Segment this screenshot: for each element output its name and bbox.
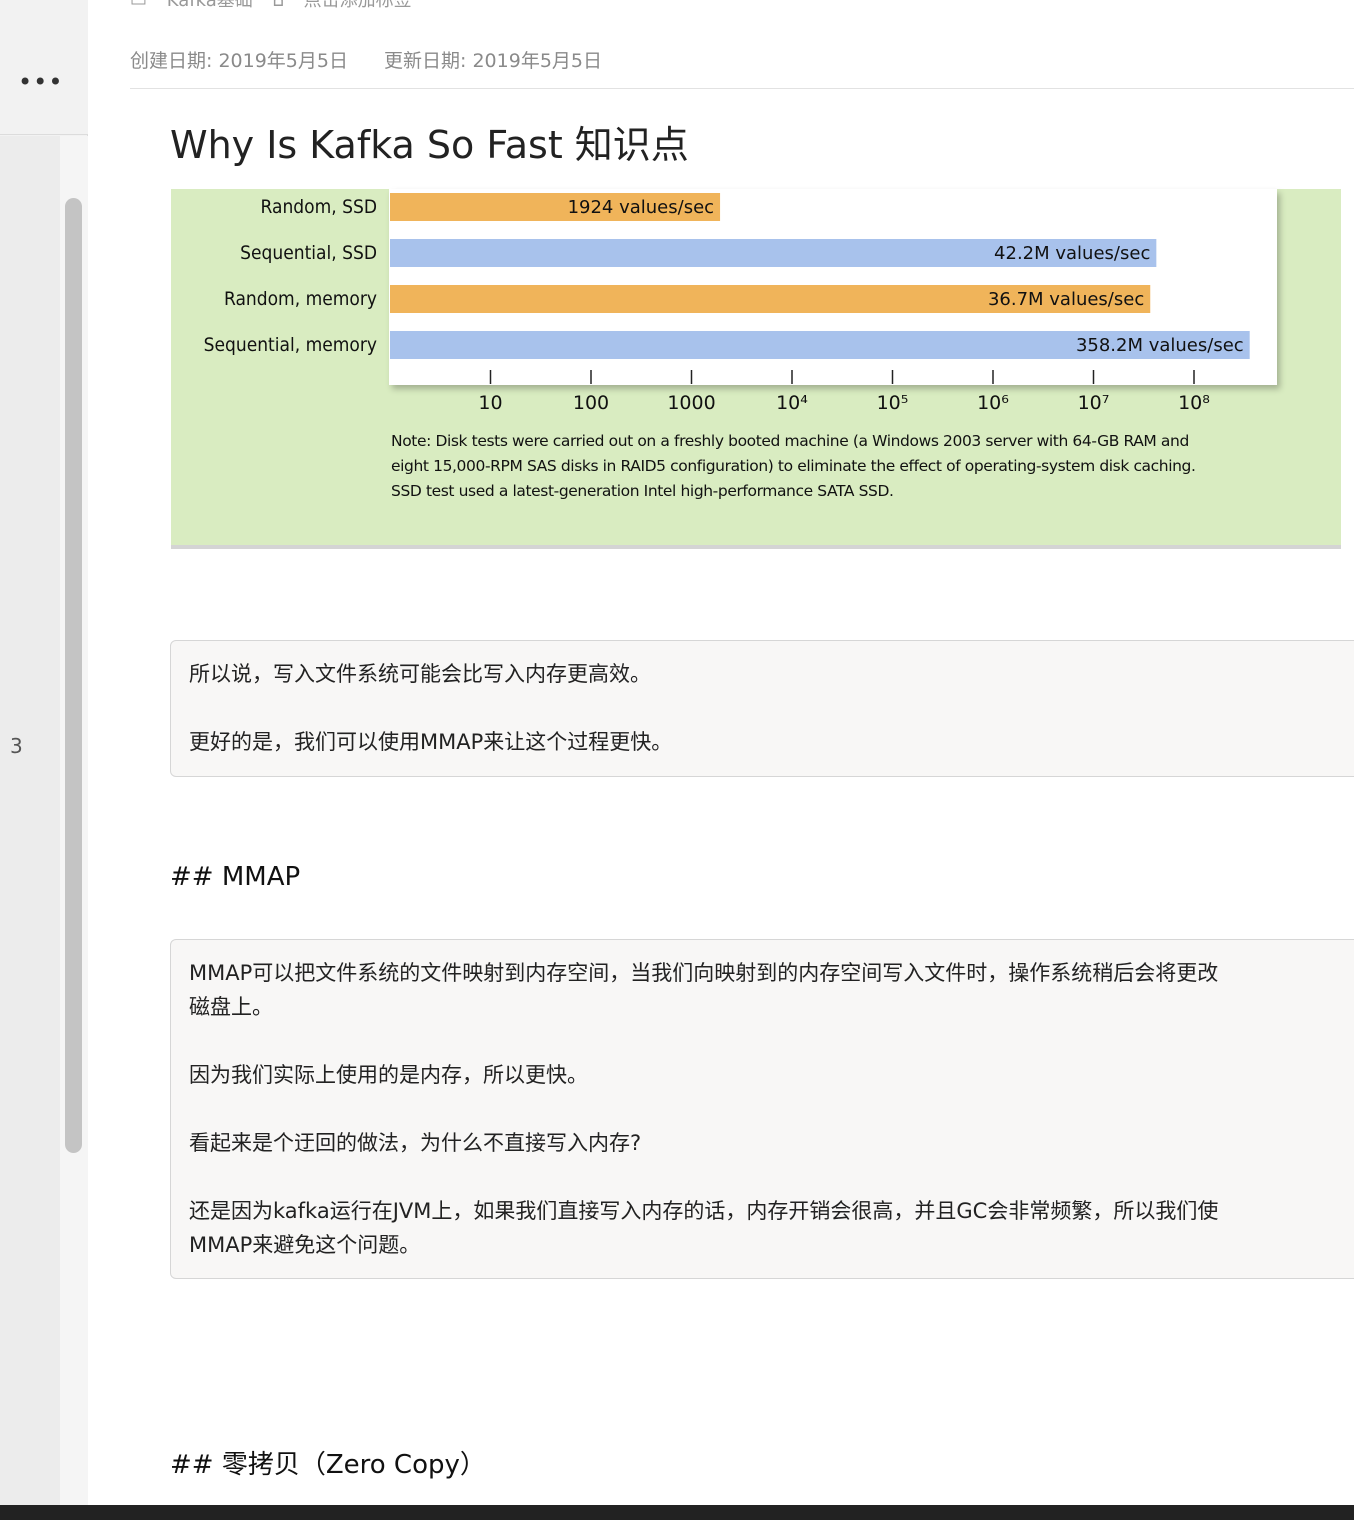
tick-label: 10⁵ <box>877 392 909 414</box>
quote-2-para-1: MMAP可以把文件系统的文件映射到内存空间，当我们向映射到的内存空间写入文件时，… <box>189 956 1351 1024</box>
tick-label: 1000 <box>667 392 715 414</box>
notebook-icon: ▭ <box>130 0 148 11</box>
tick-label: 100 <box>573 392 609 414</box>
note-meta: 创建日期: 2019年5月5日 更新日期: 2019年5月5日 <box>130 46 632 73</box>
bar-value-label: 358.2M values/sec <box>1076 335 1244 356</box>
quote-2-para-3: 看起来是个迂回的做法，为什么不直接写入内存? <box>189 1131 642 1155</box>
quote-2-para-4b: MMAP来避免这个问题。 <box>189 1233 421 1257</box>
quote-2-para-4a: 还是因为kafka运行在JVM上，如果我们直接写入内存的话，内存开销会很高，并且… <box>189 1199 1219 1223</box>
quote-1-line-2: 更好的是，我们可以使用MMAP来让这个过程更快。 <box>189 730 673 754</box>
scrollbar-thumb[interactable] <box>65 198 82 1153</box>
note-list[interactable]: 3 <box>0 136 60 1505</box>
quote-2-para-2: 因为我们实际上使用的是内存，所以更快。 <box>189 1063 588 1087</box>
note-list-header: ••• <box>0 0 88 135</box>
category-label: Random, SSD <box>261 196 377 218</box>
tick-label: 10⁷ <box>1078 392 1110 414</box>
quote-2-para-1a: MMAP可以把文件系统的文件映射到内存空间，当我们向映射到的内存空间写入文件时，… <box>189 961 1219 985</box>
tag-icon: ⌂ <box>272 0 284 11</box>
created-date: 创建日期: 2019年5月5日 <box>130 50 348 72</box>
header-divider <box>130 88 1354 89</box>
category-label: Sequential, SSD <box>240 242 377 264</box>
benchmark-chart: Random, SSD 1924 values/sec Sequential, SS… <box>204 193 1250 414</box>
category-label: Sequential, memory <box>204 334 377 356</box>
heading-mmap[interactable]: ## MMAP <box>170 862 300 892</box>
chart-note: Note: Disk tests were carried out on a f… <box>391 432 1196 500</box>
bar-value-label: 1924 values/sec <box>568 197 715 218</box>
quote-1-line-1: 所以说，写入文件系统可能会比写入内存更高效。 <box>189 662 651 686</box>
notebook-row: ▭ Kafka基础 ⌂ 点击添加标签 <box>130 0 426 11</box>
tick-label: 10 <box>478 392 502 414</box>
tick-label: 10⁶ <box>977 392 1009 414</box>
note-list-panel: ••• 3 <box>0 0 88 1505</box>
quote-2-para-1b: 磁盘上。 <box>189 995 273 1019</box>
benchmark-chart-image: Random, SSD 1924 values/sec Sequential, SS… <box>171 189 1341 549</box>
note-editor[interactable]: ▭ Kafka基础 ⌂ 点击添加标签 创建日期: 2019年5月5日 更新日期:… <box>90 0 1354 1505</box>
heading-zero-copy[interactable]: ## 零拷贝（Zero Copy） <box>170 1444 486 1481</box>
notebook-name[interactable]: Kafka基础 <box>167 0 253 11</box>
bar-value-label: 42.2M values/sec <box>994 243 1150 264</box>
note-count: 3 <box>10 734 23 758</box>
quote-block-2[interactable]: MMAP可以把文件系统的文件映射到内存空间，当我们向映射到的内存空间写入文件时，… <box>170 939 1354 1279</box>
updated-date: 更新日期: 2019年5月5日 <box>384 50 603 72</box>
more-icon[interactable]: ••• <box>18 70 63 94</box>
quote-block-1[interactable]: 所以说，写入文件系统可能会比写入内存更高效。 更好的是，我们可以使用MMAP来让… <box>170 640 1354 777</box>
tick-label: 10⁴ <box>776 392 808 414</box>
category-label: Random, memory <box>224 288 377 310</box>
note-title[interactable]: Why Is Kafka So Fast 知识点 <box>170 114 689 169</box>
tick-label: 10⁸ <box>1178 392 1210 414</box>
window-bottom-bar <box>0 1505 1354 1520</box>
quote-2-para-4: 还是因为kafka运行在JVM上，如果我们直接写入内存的话，内存开销会很高，并且… <box>189 1194 1351 1262</box>
tag-input[interactable]: 点击添加标签 <box>304 0 412 11</box>
bar-value-label: 36.7M values/sec <box>988 289 1144 310</box>
